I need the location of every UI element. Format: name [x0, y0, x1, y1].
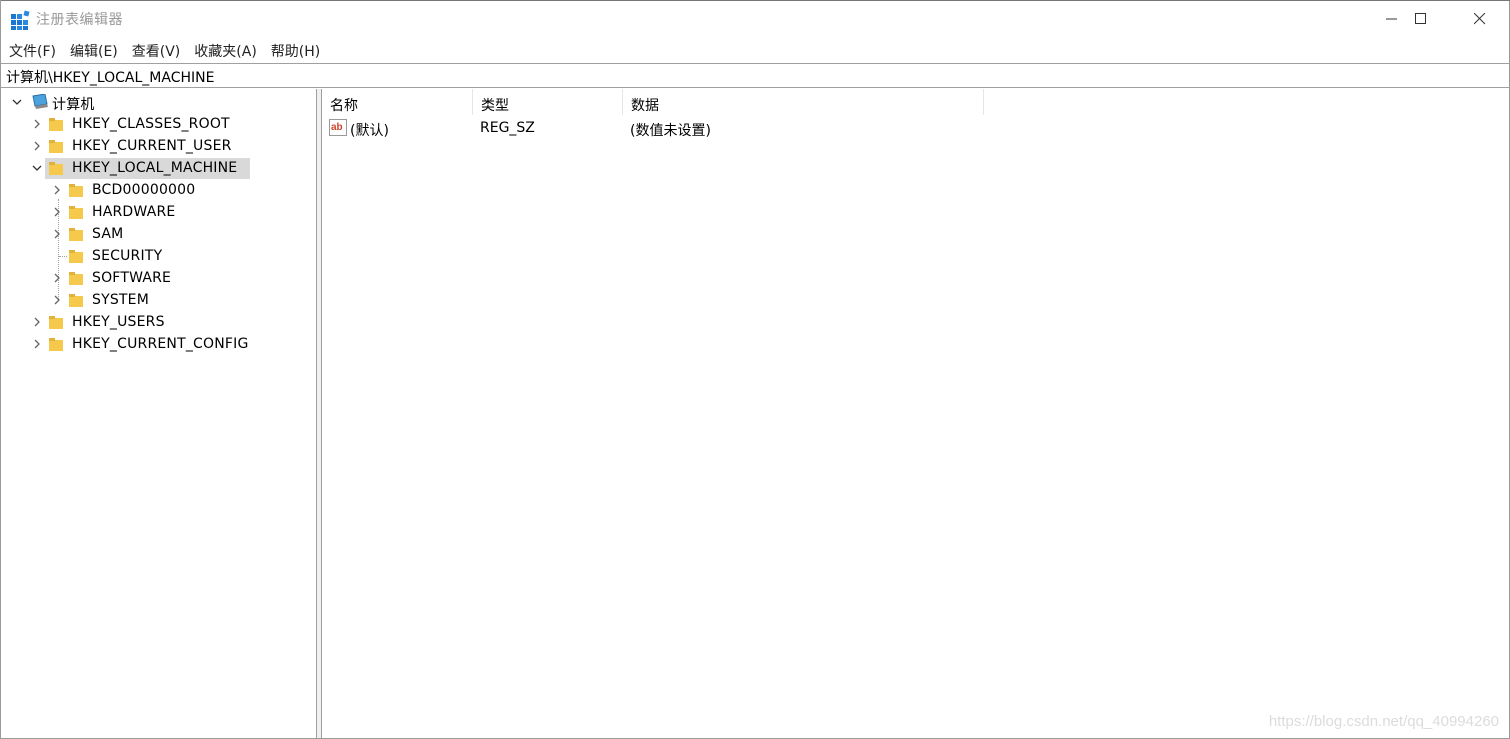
value-type: REG_SZ: [480, 120, 535, 136]
tree-item-label: HKEY_CURRENT_CONFIG: [72, 336, 249, 352]
menu-view[interactable]: 查看(V): [125, 38, 188, 62]
chevron-down-icon[interactable]: [29, 157, 45, 179]
tree-item-system[interactable]: SYSTEM: [1, 289, 316, 311]
menu-file[interactable]: 文件(F): [1, 38, 63, 62]
folder-icon: [69, 184, 83, 197]
registry-editor-window: 注册表编辑器 文件(F) 编辑(E) 查看(V) 收藏夹(A) 帮助(H) 计算…: [0, 0, 1510, 739]
folder-icon: [49, 140, 63, 153]
menu-edit[interactable]: 编辑(E): [63, 38, 125, 62]
string-value-icon: ab: [329, 119, 347, 136]
title-bar[interactable]: 注册表编辑器: [1, 0, 1509, 38]
tree-item-security[interactable]: SECURITY: [1, 245, 316, 267]
tree-item-software[interactable]: SOFTWARE: [1, 267, 316, 289]
chevron-right-icon[interactable]: [49, 223, 65, 245]
tree-item-label: HKEY_CLASSES_ROOT: [72, 116, 230, 132]
folder-icon: [49, 316, 63, 329]
close-icon: [1474, 13, 1486, 25]
chevron-right-icon[interactable]: [29, 311, 45, 333]
column-header-name[interactable]: 名称: [322, 89, 473, 115]
tree-item-label: HKEY_LOCAL_MACHINE: [72, 160, 238, 176]
menu-favorites[interactable]: 收藏夹(A): [187, 38, 264, 62]
tree-item-hkey-users[interactable]: HKEY_USERS: [1, 311, 316, 333]
chevron-right-icon[interactable]: [29, 333, 45, 355]
chevron-right-icon[interactable]: [29, 113, 45, 135]
tree-item-label: SECURITY: [92, 248, 163, 264]
watermark-text: https://blog.csdn.net/qq_40994260: [1268, 713, 1499, 730]
tree-item-label: HARDWARE: [92, 204, 176, 220]
folder-icon: [69, 294, 83, 307]
folder-icon: [69, 272, 83, 285]
svg-text:ab: ab: [331, 122, 343, 133]
tree-item-hkey-classes-root[interactable]: HKEY_CLASSES_ROOT: [1, 113, 316, 135]
folder-icon: [49, 338, 63, 351]
folder-icon: [69, 206, 83, 219]
chevron-down-icon[interactable]: [9, 91, 25, 113]
chevron-right-icon[interactable]: [49, 179, 65, 201]
folder-icon: [69, 250, 83, 263]
values-list-pane[interactable]: 名称 类型 数据 ab (默认) REG_SZ (数值未设置): [322, 89, 1509, 738]
tree-item-label: SOFTWARE: [92, 270, 172, 286]
chevron-right-icon[interactable]: [29, 135, 45, 157]
window-title: 注册表编辑器: [36, 12, 123, 28]
tree-item-label: SAM: [92, 226, 124, 242]
tree-item-hkey-local-machine[interactable]: HKEY_LOCAL_MACHINE: [1, 157, 316, 179]
tree-item-label: HKEY_USERS: [72, 314, 165, 330]
menu-bar: 文件(F) 编辑(E) 查看(V) 收藏夹(A) 帮助(H): [1, 38, 1509, 62]
tree-item-label: BCD00000000: [92, 182, 196, 198]
folder-icon: [69, 228, 83, 241]
tree-item-computer[interactable]: 计算机: [1, 91, 316, 113]
value-row[interactable]: ab (默认) REG_SZ (数值未设置): [322, 116, 1022, 140]
tree-item-hardware[interactable]: HARDWARE: [1, 201, 316, 223]
tree-item-hkey-current-config[interactable]: HKEY_CURRENT_CONFIG: [1, 333, 316, 355]
column-header-type[interactable]: 类型: [473, 89, 623, 115]
folder-icon: [49, 162, 63, 175]
address-path[interactable]: 计算机\HKEY_LOCAL_MACHINE: [6, 70, 214, 86]
tree-item-label: SYSTEM: [92, 292, 150, 308]
tree-item-hkey-current-user[interactable]: HKEY_CURRENT_USER: [1, 135, 316, 157]
tree-item-sam[interactable]: SAM: [1, 223, 316, 245]
tree-item-label: HKEY_CURRENT_USER: [72, 138, 232, 154]
tree-item-label: 计算机: [52, 97, 95, 113]
chevron-right-icon[interactable]: [49, 267, 65, 289]
chevron-right-icon[interactable]: [49, 289, 65, 311]
address-bar[interactable]: 计算机\HKEY_LOCAL_MACHINE: [1, 63, 1509, 88]
menu-help[interactable]: 帮助(H): [264, 38, 327, 62]
computer-icon: [32, 94, 48, 109]
registry-editor-icon: [11, 10, 30, 30]
close-button[interactable]: [1451, 0, 1509, 38]
maximize-button[interactable]: [1392, 0, 1450, 38]
value-data: (数值未设置): [630, 123, 711, 139]
column-header-data[interactable]: 数据: [623, 89, 984, 115]
tree-item-bcd00000000[interactable]: BCD00000000: [1, 179, 316, 201]
chevron-right-icon[interactable]: [49, 201, 65, 223]
folder-icon: [49, 118, 63, 131]
maximize-icon: [1415, 13, 1426, 24]
key-tree-pane[interactable]: 计算机 HKEY_CLASSES_ROOT HKEY_CURRENT_USER: [1, 89, 317, 738]
value-name: (默认): [350, 123, 389, 139]
